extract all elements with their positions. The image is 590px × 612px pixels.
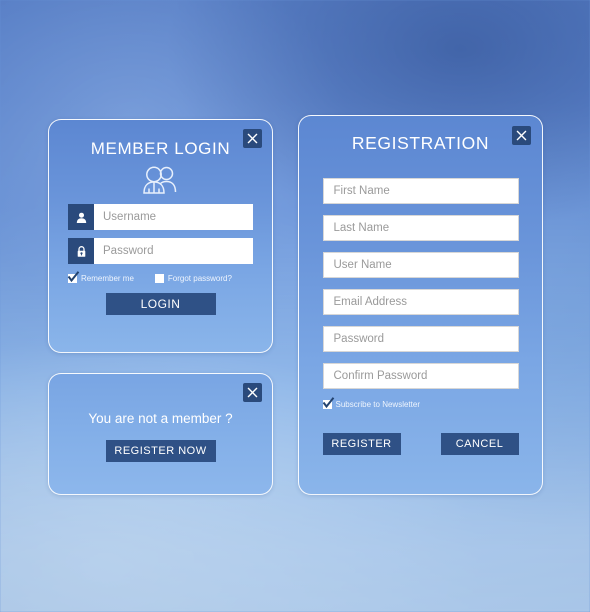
member-login-panel: MEMBER LOGIN Username Remember me Forgot… [48,119,273,353]
login-button[interactable]: LOGIN [105,293,216,315]
close-icon [516,130,527,141]
forgot-password-checkbox[interactable] [154,274,164,283]
close-icon [247,133,258,144]
register-now-button[interactable]: REGISTER NOW [105,440,216,462]
registration-panel-title: REGISTRATION [351,133,490,153]
registration-close-button[interactable] [512,126,531,145]
login-options-row: Remember me Forgot password? [67,271,253,283]
registration-panel: REGISTRATION Subscribe to Newsletter REG… [298,115,543,495]
email-address-input[interactable] [322,289,519,315]
username-input[interactable] [94,204,253,230]
remember-me-checkbox[interactable] [67,271,80,283]
not-a-member-panel: You are not a member ? REGISTER NOW [48,373,273,495]
checkmark-icon [322,397,334,409]
cancel-button[interactable]: CANCEL [440,433,519,455]
subscribe-newsletter-checkbox[interactable] [322,397,334,409]
members-group-icon [142,166,176,194]
forgot-password-row[interactable]: Forgot password? [154,274,232,283]
confirm-password-input[interactable] [322,363,519,389]
last-name-input[interactable] [322,215,519,241]
username-row [68,204,253,230]
registration-fields [299,178,542,389]
password-row [68,238,253,264]
remember-me-label: Remember me [81,274,134,283]
close-icon [247,387,258,398]
password-input[interactable] [94,238,253,264]
not-member-message: You are not a member ? [88,411,233,426]
subscribe-newsletter-label: Subscribe to Newsletter [335,400,420,409]
not-member-close-button[interactable] [243,383,262,402]
lock-icon [68,238,94,264]
register-button[interactable]: REGISTER [322,433,401,455]
remember-me-row[interactable]: Remember me [67,271,134,283]
subscribe-newsletter-row[interactable]: Subscribe to Newsletter [322,397,519,409]
password-input-registration[interactable] [322,326,519,352]
login-panel-title: MEMBER LOGIN [90,139,231,158]
user-icon [68,204,94,230]
checkmark-icon [67,271,80,283]
first-name-input[interactable] [322,178,519,204]
forgot-password-label: Forgot password? [167,274,232,283]
user-name-input[interactable] [322,252,519,278]
registration-actions: REGISTER CANCEL [322,433,519,455]
login-close-button[interactable] [243,129,262,148]
